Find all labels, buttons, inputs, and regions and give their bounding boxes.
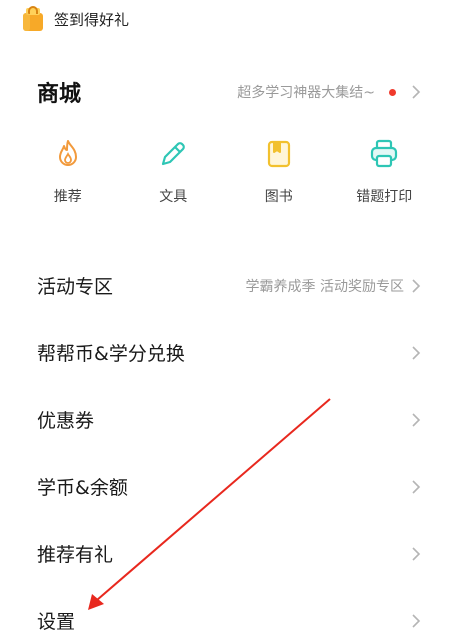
- menu-item-coin-exchange[interactable]: 帮帮币&学分兑换: [0, 319, 452, 386]
- menu-item-activity[interactable]: 活动专区 学霸养成季 活动奖励专区: [0, 252, 452, 319]
- menu-item-label: 活动专区: [37, 276, 114, 298]
- category-label: 图书: [264, 189, 293, 205]
- signin-banner[interactable]: 签到得好礼: [22, 4, 129, 34]
- chevron-right-icon: [412, 412, 421, 427]
- category-recommend[interactable]: 推荐: [18, 138, 118, 218]
- category-books[interactable]: 图书: [229, 138, 329, 218]
- menu-item-extra: 学霸养成季 活动奖励专区: [245, 278, 404, 295]
- pencil-icon: [162, 142, 186, 166]
- menu-item-coupons[interactable]: 优惠券: [0, 386, 452, 453]
- menu-item-settings[interactable]: 设置: [0, 587, 452, 640]
- chevron-right-icon: [412, 546, 421, 561]
- shopping-bag-icon: [23, 6, 43, 31]
- menu-item-balance[interactable]: 学币&余额: [0, 453, 452, 520]
- mall-promo-text: 超多学习神器大集结~: [237, 85, 375, 101]
- menu-item-label: 帮帮币&学分兑换: [37, 343, 185, 365]
- flame-icon: [58, 140, 77, 166]
- menu-item-label: 优惠券: [37, 410, 95, 432]
- signin-label: 签到得好礼: [54, 10, 130, 29]
- mall-title: 商城: [37, 82, 82, 107]
- category-label: 错题打印: [356, 189, 413, 205]
- menu-item-referral[interactable]: 推荐有礼: [0, 520, 452, 587]
- menu-list: 活动专区 学霸养成季 活动奖励专区 帮帮币&学分兑换 优惠券 学币&余额 推荐有…: [0, 252, 452, 640]
- category-stationery[interactable]: 文具: [123, 138, 223, 218]
- chevron-right-icon: [412, 479, 421, 494]
- book-icon: [267, 140, 290, 168]
- category-label: 推荐: [53, 189, 82, 205]
- chevron-right-icon: [412, 613, 421, 628]
- category-error-print[interactable]: 错题打印: [334, 138, 434, 218]
- menu-item-label: 设置: [37, 611, 76, 633]
- mall-categories: 推荐 文具 图书 错题打印: [15, 138, 437, 218]
- mall-header[interactable]: 商城 超多学习神器大集结~: [37, 74, 422, 110]
- category-label: 文具: [159, 189, 188, 205]
- menu-item-label: 推荐有礼: [37, 544, 114, 566]
- mall-promo-link[interactable]: 超多学习神器大集结~: [237, 82, 422, 102]
- chevron-right-icon: [412, 345, 421, 360]
- menu-item-label: 学币&余额: [37, 477, 128, 499]
- printer-icon: [371, 139, 398, 168]
- chevron-right-icon: [412, 85, 421, 99]
- chevron-right-icon: [412, 278, 421, 293]
- notification-dot: [389, 88, 396, 96]
